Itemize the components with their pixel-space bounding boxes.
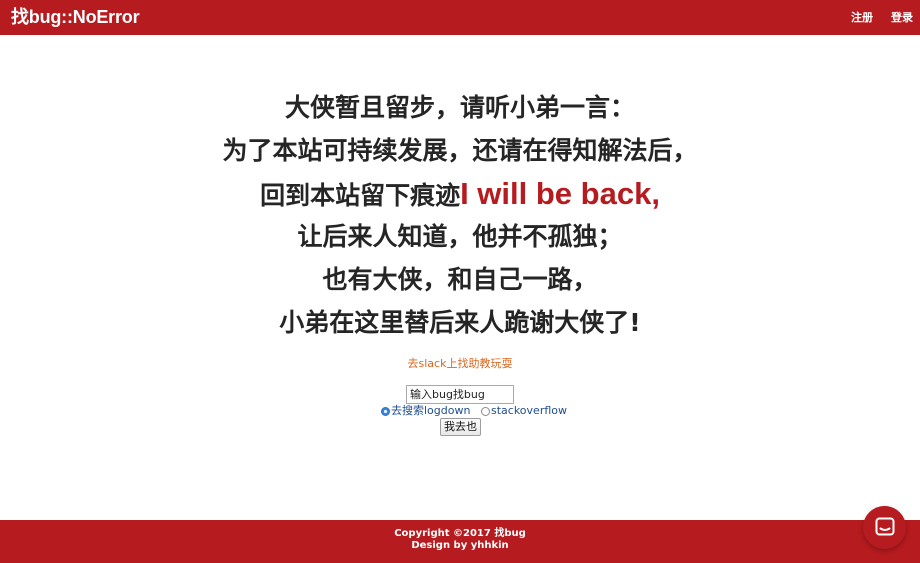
radio-option-stackoverflow[interactable]: stackoverflow bbox=[481, 404, 567, 418]
footer-credit: Design by yhhkin bbox=[411, 540, 509, 551]
footer-copyright: Copyright ©2017 找bug bbox=[394, 528, 526, 539]
radio-stackoverflow-label: stackoverflow bbox=[491, 404, 567, 417]
message-line-2: 为了本站可持续发展，还请在得知解法后， bbox=[222, 136, 698, 165]
radio-logdown-checked[interactable] bbox=[381, 407, 390, 416]
chat-launcher-button[interactable] bbox=[863, 506, 906, 549]
message-line-3-text: 回到本站留下痕迹 bbox=[260, 181, 461, 210]
register-link[interactable]: 注册 bbox=[851, 11, 873, 25]
radio-stackoverflow[interactable] bbox=[481, 407, 490, 416]
radio-option-logdown[interactable]: 去搜索logdown bbox=[381, 404, 471, 418]
appeal-message: 大侠暂且留步，请听小弟一言： 为了本站可持续发展，还请在得知解法后， 回到本站留… bbox=[0, 86, 920, 344]
message-line-3: 回到本站留下痕迹I will be back, bbox=[0, 172, 920, 215]
i-will-be-back-highlight: I will be back, bbox=[460, 176, 660, 211]
message-line-1: 大侠暂且留步，请听小弟一言： bbox=[284, 93, 635, 122]
login-link[interactable]: 登录 bbox=[891, 11, 913, 25]
slack-link[interactable]: 去slack上找助教玩耍 bbox=[0, 357, 920, 371]
search-input[interactable] bbox=[406, 385, 514, 404]
footer: Copyright ©2017 找bug Design by yhhkin bbox=[0, 520, 920, 563]
message-line-5: 也有大侠，和自己一路， bbox=[322, 265, 598, 294]
message-line-6: 小弟在这里替后来人跪谢大侠了! bbox=[279, 308, 641, 337]
message-line-4: 让后来人知道，他并不孤独； bbox=[297, 222, 623, 251]
top-navbar: 找bug::NoError 注册 登录 bbox=[0, 0, 920, 35]
search-submit-button[interactable]: 我去也 bbox=[440, 418, 481, 436]
chat-bubble-icon bbox=[875, 517, 895, 536]
radio-logdown-label: 去搜索logdown bbox=[391, 404, 471, 417]
site-logo-link[interactable]: 找bug::NoError bbox=[11, 7, 140, 27]
